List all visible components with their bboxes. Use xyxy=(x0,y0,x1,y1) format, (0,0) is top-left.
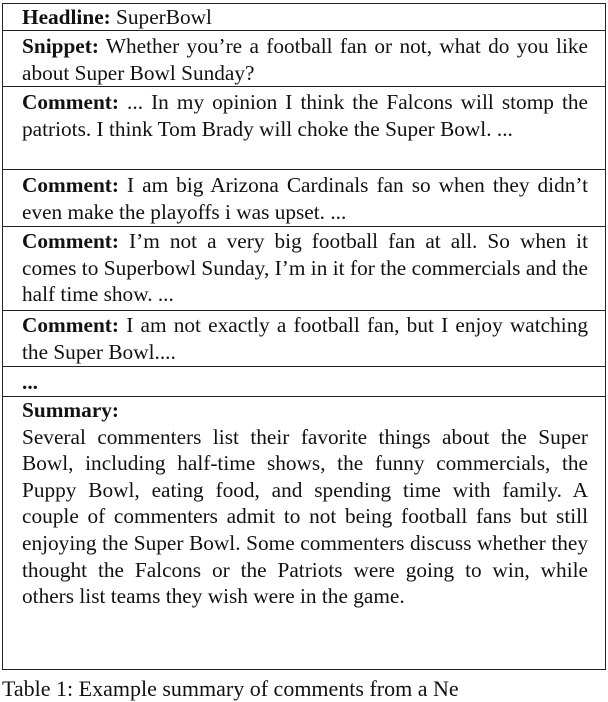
example-summary-table: Headline: SuperBowl Snippet: Whether you… xyxy=(2,3,606,670)
comment-row: Comment: I’m not a very big football fan… xyxy=(3,226,605,310)
headline-text: SuperBowl xyxy=(110,5,212,29)
summary-text: Several commenters list their favorite t… xyxy=(22,424,588,609)
snippet-text: Whether you’re a football fan or not, wh… xyxy=(22,34,588,85)
summary-row: Summary: Several commenters list their f… xyxy=(3,396,605,669)
summary-label: Summary: xyxy=(22,398,120,422)
comment-label: Comment: xyxy=(22,313,119,337)
comment-label: Comment: xyxy=(22,90,119,114)
comment-label: Comment: xyxy=(22,173,119,197)
snippet-row: Snippet: Whether you’re a football fan o… xyxy=(3,30,605,86)
ellipsis-row: ... xyxy=(3,366,605,396)
snippet-label: Snippet: xyxy=(22,34,99,58)
headline-label: Headline: xyxy=(22,5,111,29)
comment-row: Comment: I am not exactly a football fan… xyxy=(3,310,605,366)
comment-row: Comment: ... In my opinion I think the F… xyxy=(3,86,605,169)
comment-row: Comment: I am big Arizona Cardinals fan … xyxy=(3,169,605,226)
table-caption: Table 1: Example summary of comments fro… xyxy=(2,676,459,701)
comment-label: Comment: xyxy=(22,229,119,253)
headline-row: Headline: SuperBowl xyxy=(3,4,605,30)
